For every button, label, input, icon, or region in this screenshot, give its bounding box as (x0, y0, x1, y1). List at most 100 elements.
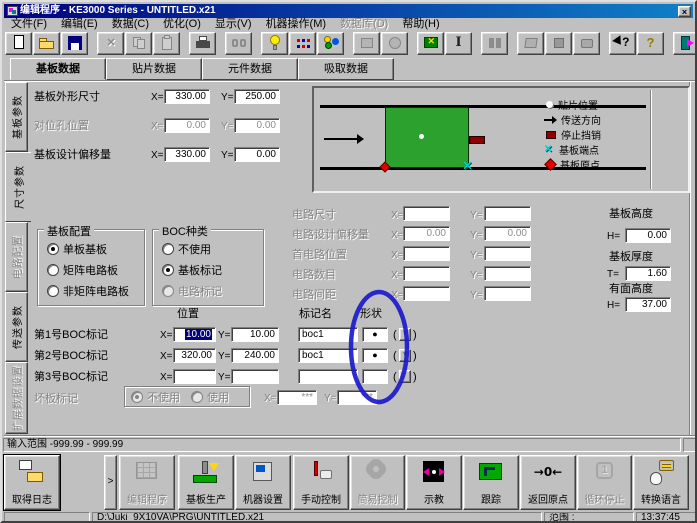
boc1-x-field[interactable]: 10.00 (173, 327, 216, 342)
save-button[interactable] (61, 32, 88, 55)
exit-button[interactable] (673, 32, 695, 55)
paren: ) (413, 350, 417, 362)
boc3-shape-field[interactable] (362, 369, 388, 384)
option-matrix-board[interactable]: 矩阵电路板 (47, 264, 118, 277)
menu-help[interactable]: 帮助(H) (395, 18, 446, 31)
close-button[interactable]: × (678, 6, 691, 17)
context-help-button[interactable] (609, 32, 636, 55)
tool-b-button (381, 32, 408, 55)
side-tab-circuit-config: 电路配置 (5, 222, 28, 292)
option-boc-circuit-mark: 电路标记 (162, 285, 222, 298)
switch-language-button[interactable]: 转换语言 (633, 455, 689, 510)
option-boc-board-mark[interactable]: 基板标记 (162, 264, 222, 277)
return-origin-button[interactable]: →0← 返回原点 (520, 455, 576, 510)
boc1-y-field[interactable]: 10.00 (231, 327, 279, 342)
option-non-matrix-board[interactable]: 非矩阵电路板 (47, 285, 129, 298)
component-bar-button[interactable] (445, 32, 472, 55)
locating-hole-y-field: 0.00 (234, 118, 280, 133)
board-mark-button[interactable] (417, 32, 444, 55)
board-size-x-field[interactable]: 330.00 (164, 89, 210, 104)
open-file-button[interactable] (33, 32, 60, 55)
switch-language-icon (646, 459, 676, 487)
board-size-label: 基板外形尺寸 (34, 91, 100, 103)
circuit-offset-x-field: 0.00 (403, 226, 450, 241)
radio-icon (162, 264, 174, 276)
menu-database: 数据库(D) (340, 18, 389, 30)
app-icon (7, 6, 18, 16)
option-boc-none[interactable]: 不使用 (162, 243, 211, 256)
board-size-x-prefix: X= (151, 92, 164, 103)
board-mark-icon (423, 35, 439, 51)
menu-edit[interactable]: 编辑(E) (54, 18, 105, 31)
boc1-shape-field[interactable]: ● (362, 327, 388, 342)
bad-mark-label: 坏板标记 (34, 393, 78, 405)
prefix: X= (391, 290, 404, 301)
boc1-shape-button[interactable]: * (399, 328, 411, 341)
board-offset-y-field[interactable]: 0.00 (234, 147, 280, 162)
boc2-name-field[interactable]: boc1 (298, 348, 358, 363)
paren: ( (393, 329, 397, 341)
teach-button[interactable]: 示教 (406, 455, 462, 510)
menu-optimize[interactable]: 优化(O) (156, 18, 208, 31)
legend-item: 停止挡销 (546, 127, 601, 142)
board-production-button[interactable]: 基板生产 (178, 455, 234, 510)
board-config-title: 基板配置 (44, 223, 94, 239)
balance-button[interactable] (317, 32, 344, 55)
board-height-field[interactable]: 0.00 (625, 228, 671, 243)
optimize-button[interactable] (289, 32, 316, 55)
first-circuit-label: 首电路位置 (292, 249, 347, 261)
circuit-count-x-field (403, 266, 450, 281)
position-header: 位置 (177, 308, 199, 320)
menu-machine-operation[interactable]: 机器操作(M) (259, 18, 334, 31)
side-tab-board-params[interactable]: 基板参数 (5, 82, 28, 152)
machine-setup-button[interactable]: 机器设置 (235, 455, 291, 510)
boc1-name-field[interactable]: boc1 (298, 327, 358, 342)
tab-pickup-data[interactable]: 吸取数据 (298, 58, 394, 80)
title-bar[interactable]: 编辑程序 - KE3000 Series - UNTITLED.x21 × (4, 4, 693, 18)
edit-a-icon (523, 35, 539, 51)
prefix: Y= (218, 351, 231, 362)
board-height-prefix: H= (607, 231, 621, 242)
menu-view[interactable]: 显示(V) (208, 18, 259, 31)
boc2-y-field[interactable]: 240.00 (231, 348, 279, 363)
radio-icon (47, 243, 59, 255)
help-button[interactable] (637, 32, 664, 55)
board-thickness-field[interactable]: 1.60 (625, 266, 671, 281)
menu-file[interactable]: 文件(F) (4, 18, 54, 31)
expand-button[interactable]: > (104, 455, 117, 510)
first-circuit-y-field (484, 246, 531, 261)
side-tab-transfer-params[interactable]: 传送参数 (5, 292, 28, 362)
tool-a-button (353, 32, 380, 55)
boc3-name-field[interactable] (298, 369, 358, 384)
print-button[interactable] (189, 32, 216, 55)
option-bad-mark-on: 使用 (191, 391, 229, 404)
boc2-shape-button[interactable]: * (399, 349, 411, 362)
manual-control-button[interactable]: 手动控制 (293, 455, 349, 510)
side-tab-size-params[interactable]: 尺寸参数 (5, 152, 31, 222)
boc3-y-field[interactable] (231, 369, 279, 384)
colored-balls-icon (323, 35, 339, 51)
prefix: X= (391, 230, 404, 241)
trace-icon (476, 459, 506, 487)
new-document-button[interactable] (5, 32, 32, 55)
get-log-button[interactable]: 取得日志 (4, 455, 60, 510)
get-log-icon (17, 459, 47, 487)
trace-button[interactable]: 跟踪 (463, 455, 519, 510)
board-size-y-field[interactable]: 250.00 (234, 89, 280, 104)
boc2-shape-field[interactable]: ● (362, 348, 388, 363)
tab-board-data[interactable]: 基板数据 (10, 58, 106, 80)
status-clock: 13:37:45 (636, 512, 695, 521)
option-single-board[interactable]: 单板基板 (47, 243, 107, 256)
boc3-shape-button[interactable] (399, 370, 411, 383)
boc2-x-field[interactable]: 320.00 (173, 348, 216, 363)
menu-data[interactable]: 数据(C) (105, 18, 156, 31)
tab-placement-data[interactable]: 贴片数据 (106, 58, 202, 80)
exit-door-icon (679, 35, 695, 51)
tab-component-data[interactable]: 元件数据 (202, 58, 298, 80)
hint-button[interactable] (261, 32, 288, 55)
board-offset-x-field[interactable]: 330.00 (164, 147, 210, 162)
find-button (225, 32, 252, 55)
surface-height-field[interactable]: 37.00 (625, 297, 671, 312)
boc3-x-field[interactable] (173, 369, 216, 384)
prefix: X= (160, 351, 173, 362)
